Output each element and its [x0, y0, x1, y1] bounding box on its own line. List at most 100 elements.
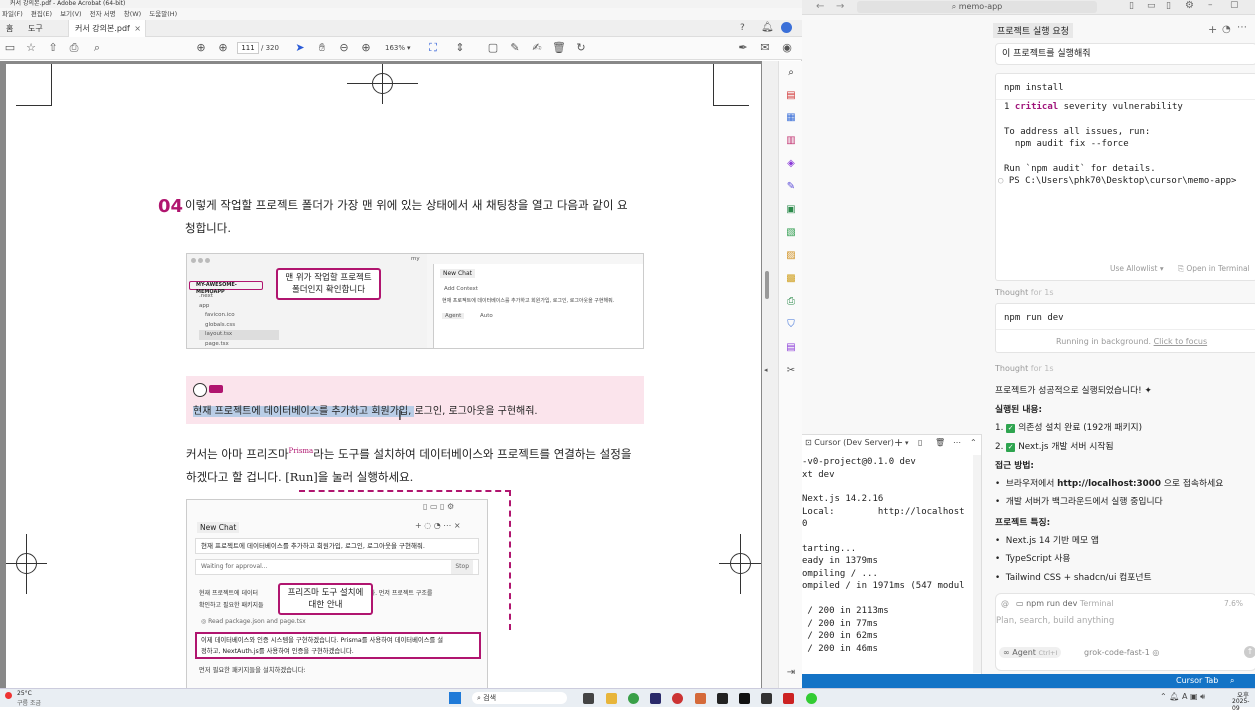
tab-tools[interactable]: 도구 — [22, 20, 49, 37]
tab-home[interactable]: 홈 — [0, 20, 19, 37]
menu-esign[interactable]: 전자 서명 — [90, 10, 116, 18]
more-tools-icon[interactable]: ✂︎ — [784, 364, 798, 378]
print-icon[interactable]: ⎙ — [67, 41, 81, 55]
clock-date[interactable]: 2025-09 — [1232, 698, 1255, 712]
temperature[interactable]: 25°C — [17, 690, 32, 697]
protect-icon[interactable]: ⛉ — [784, 318, 798, 332]
comment-tool-icon[interactable]: ▩ — [784, 272, 798, 286]
chat-input-box[interactable]: @ ▭ npm run dev Terminal 7.6% Plan, sear… — [995, 593, 1255, 671]
use-allowlist-button[interactable]: Use Allowlist ▾ — [1110, 264, 1164, 273]
back-arrow-icon[interactable]: ← — [816, 1, 824, 12]
thought-indicator[interactable]: Thought for 1s — [995, 364, 1054, 373]
hand-icon[interactable]: ✋︎ — [315, 41, 329, 55]
page-down-icon[interactable]: ⊕ — [216, 41, 230, 55]
agent-mode-selector[interactable]: ∞ Agent Ctrl+I — [999, 647, 1062, 658]
trash-icon[interactable]: 🗑︎ — [552, 41, 566, 55]
scrollbar-thumb[interactable] — [765, 271, 769, 299]
zoom-search-icon[interactable]: ⌕ — [90, 41, 104, 55]
settings-gear-icon[interactable]: ⚙︎ — [1185, 0, 1194, 11]
chrome-icon[interactable] — [628, 693, 639, 704]
comment-icon[interactable]: ▢ — [486, 41, 500, 55]
tab-document[interactable]: 커서 강의본.pdf × — [68, 20, 146, 37]
maximize-icon[interactable]: ▢ — [1230, 0, 1239, 10]
export-icon[interactable]: ▣ — [784, 203, 798, 217]
request-sign-icon[interactable]: ▨ — [784, 249, 798, 263]
app-icon[interactable] — [761, 693, 772, 704]
at-mention-icon[interactable]: @ — [1001, 599, 1009, 608]
terminal-scrollbar[interactable] — [973, 455, 981, 673]
page-up-icon[interactable]: ⊕ — [194, 41, 208, 55]
menu-window[interactable]: 창(W) — [124, 10, 141, 18]
model-selector[interactable]: grok-code-fast-1 ◎ — [1084, 648, 1159, 657]
star-icon[interactable]: ☆ — [24, 41, 38, 55]
zoom-in-icon[interactable]: ⊕ — [359, 41, 373, 55]
fit-page-icon[interactable]: ⛶ — [426, 41, 440, 55]
minimize-icon[interactable]: – — [1208, 0, 1213, 10]
edit-sign-icon[interactable]: ✒︎ — [736, 41, 750, 55]
toggle-secondary-icon[interactable]: ▯ — [1166, 1, 1171, 11]
account-icon[interactable] — [781, 22, 792, 33]
premiere-icon[interactable] — [650, 693, 661, 704]
bell-icon[interactable]: 🔔︎ — [761, 22, 774, 33]
file-explorer-icon[interactable] — [606, 693, 617, 704]
edit-pdf-icon[interactable]: ◈ — [784, 157, 798, 171]
menu-view[interactable]: 보기(V) — [60, 10, 81, 18]
forward-arrow-icon[interactable]: → — [836, 1, 844, 12]
menu-help[interactable]: 도움말(H) — [149, 10, 177, 18]
scan-icon[interactable]: ▧ — [784, 226, 798, 240]
new-terminal-icon[interactable]: + — [894, 435, 903, 451]
terminal-title[interactable]: Cursor (Dev Server) — [814, 438, 894, 447]
scroll-mode-icon[interactable]: ⇕ — [453, 41, 467, 55]
trash-terminal-icon[interactable]: 🗑︎ — [935, 435, 945, 451]
zoom-dropdown-icon[interactable]: ▾ — [407, 42, 411, 54]
cursor-tab-status[interactable]: Cursor Tab — [1176, 674, 1218, 688]
localhost-link[interactable]: http://localhost:3000 — [1057, 479, 1161, 489]
collapse-arrow-icon[interactable]: ◂ — [764, 366, 768, 374]
send-icon[interactable]: ↑ — [1244, 646, 1255, 658]
help-icon[interactable]: ? — [740, 23, 745, 33]
cursor-app-icon[interactable] — [739, 693, 750, 704]
context-chip[interactable]: ▭ npm run dev Terminal — [1016, 599, 1114, 608]
terminal-more-icon[interactable]: ⋯ — [953, 435, 961, 451]
open-in-terminal-button[interactable]: ⎘ Open in Terminal — [1178, 264, 1250, 274]
pen-icon[interactable]: ✎ — [508, 41, 522, 55]
page-number-input[interactable]: 111 — [237, 42, 259, 54]
terminal-dropdown-icon[interactable]: ▾ — [905, 435, 909, 451]
zoom-level[interactable]: 163% — [385, 42, 405, 54]
rotate-icon[interactable]: ↻ — [574, 41, 588, 55]
upload-icon[interactable]: ⇧ — [46, 41, 60, 55]
tray-icons[interactable]: ⌃ 🔔︎ A ▣ 🔊︎ — [1160, 692, 1205, 702]
select-pointer-icon[interactable]: ➤ — [293, 41, 307, 55]
terminal-app-icon[interactable] — [717, 693, 728, 704]
zoom-status-icon[interactable]: ⌕ — [1230, 674, 1234, 688]
app-icon[interactable] — [695, 693, 706, 704]
windows-start-icon[interactable] — [449, 692, 461, 704]
menu-file[interactable]: 파일(F) — [2, 10, 23, 18]
pdf-standard-icon[interactable]: ▤ — [784, 341, 798, 355]
app-icon[interactable] — [806, 693, 817, 704]
more-options-icon[interactable]: ⋯ — [1237, 22, 1247, 33]
save-icon[interactable]: ▭ — [3, 41, 17, 55]
vertical-scrollbar[interactable]: ◂ — [762, 61, 778, 688]
zoom-out-icon[interactable]: ⊖ — [337, 41, 351, 55]
organize-icon[interactable]: ▥ — [784, 134, 798, 148]
weather-condition[interactable]: 구름 조금 — [17, 698, 41, 707]
split-terminal-icon[interactable]: ▯ — [918, 435, 922, 451]
expand-panel-icon[interactable]: ⇥ — [784, 666, 798, 680]
app-icon[interactable] — [672, 693, 683, 704]
taskbar-search[interactable]: ⌕ 검색 — [472, 692, 567, 704]
create-pdf-icon[interactable]: ▤ — [784, 89, 798, 103]
terminal-panel[interactable]: ⊡ Cursor (Dev Server) + ▾ ▯ 🗑︎ ⋯ ⌃ -v0-p… — [802, 434, 982, 674]
sign-icon[interactable]: ✍︎ — [530, 41, 544, 55]
thought-indicator[interactable]: Thought for 1s — [995, 288, 1054, 297]
toggle-panel-icon[interactable]: ▭ — [1147, 1, 1156, 11]
close-tab-icon[interactable]: × — [134, 20, 141, 37]
menu-edit[interactable]: 편집(E) — [31, 10, 52, 18]
document-viewport[interactable]: 04 이렇게 작업할 프로젝트 폴더가 가장 맨 위에 있는 상태에서 새 채팅… — [0, 61, 778, 688]
share-icon[interactable]: ◉ — [780, 41, 794, 55]
combine-icon[interactable]: ▦ — [784, 111, 798, 125]
history-icon[interactable]: ◔ — [1222, 24, 1231, 35]
new-chat-icon[interactable]: + — [1208, 23, 1217, 36]
zoom-tool-icon[interactable]: ⌕ — [784, 66, 798, 80]
mail-icon[interactable]: ✉︎ — [758, 41, 772, 55]
